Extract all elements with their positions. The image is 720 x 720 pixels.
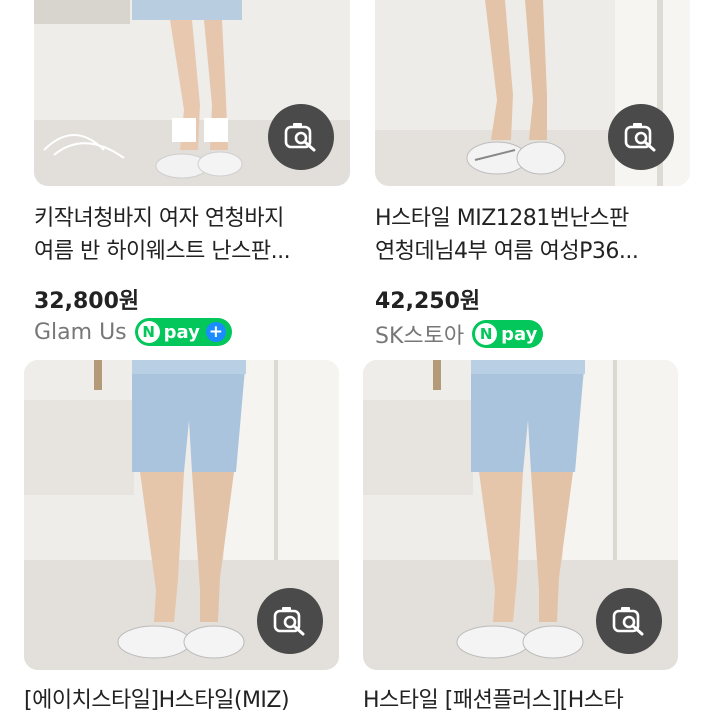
naver-n-icon: N: [137, 321, 160, 343]
product-image[interactable]: [363, 360, 678, 670]
product-card-3[interactable]: [에이치스타일]H스타일(MIZ): [24, 360, 339, 720]
image-search-icon[interactable]: [608, 104, 674, 170]
product-image[interactable]: [34, 0, 350, 186]
product-title[interactable]: 키작녀청바지 여자 연청바지 여름 반 하이웨스트 난스판...: [34, 202, 354, 268]
product-title[interactable]: H스타일 [패션플러스][H스타: [363, 684, 683, 717]
product-title[interactable]: [에이치스타일]H스타일(MIZ): [24, 684, 344, 717]
product-image[interactable]: [375, 0, 690, 186]
npay-plus-icon: +: [205, 322, 226, 342]
seller-name[interactable]: Glam Us: [34, 320, 127, 345]
product-card-2[interactable]: H스타일 MIZ1281번난스판 연청데님4부 여름 여성P36... 42,2…: [375, 0, 690, 350]
product-title[interactable]: H스타일 MIZ1281번난스판 연청데님4부 여름 여성P36...: [375, 202, 695, 268]
npay-badge: N pay: [472, 320, 544, 348]
product-card-4[interactable]: H스타일 [패션플러스][H스타: [363, 360, 678, 720]
naver-n-icon: N: [475, 323, 498, 345]
seller-name[interactable]: SK스토아: [375, 318, 464, 350]
npay-badge: N pay +: [134, 318, 232, 346]
image-search-icon[interactable]: [268, 104, 334, 170]
product-image[interactable]: [24, 360, 339, 670]
product-price: 42,250원: [375, 289, 481, 314]
image-search-icon[interactable]: [596, 588, 662, 654]
image-search-icon[interactable]: [257, 588, 323, 654]
product-card-1[interactable]: 키작녀청바지 여자 연청바지 여름 반 하이웨스트 난스판... 32,800원…: [34, 0, 350, 350]
product-price: 32,800원: [34, 289, 140, 314]
